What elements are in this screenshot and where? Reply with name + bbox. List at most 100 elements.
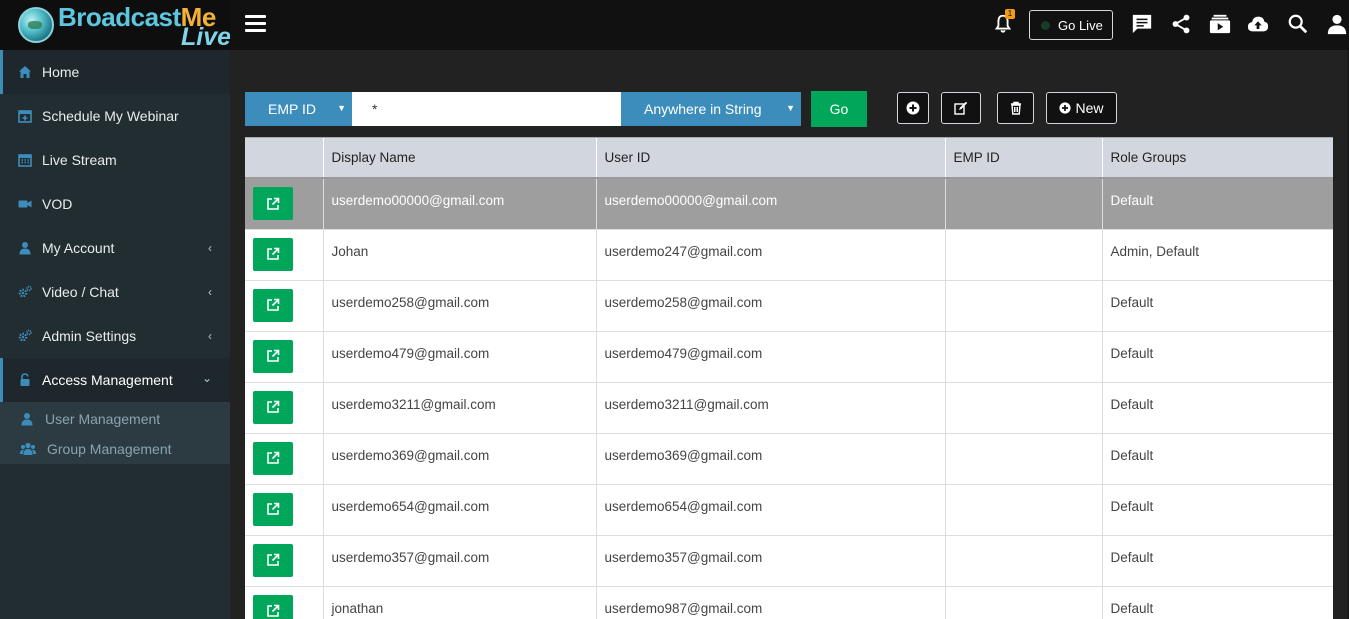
sidebar-item-label: Admin Settings bbox=[42, 328, 137, 344]
edit-button[interactable] bbox=[941, 92, 981, 124]
search-field-select[interactable]: EMP ID ▼ bbox=[245, 92, 352, 126]
action-cell bbox=[245, 586, 324, 619]
add-circle-button[interactable] bbox=[897, 92, 929, 124]
open-record-button[interactable] bbox=[253, 390, 293, 424]
table-row[interactable]: userdemo479@gmail.com userdemo479@gmail.c… bbox=[245, 331, 1333, 383]
cell-user-id: userdemo3211@gmail.com bbox=[596, 382, 946, 434]
open-record-button[interactable] bbox=[253, 339, 293, 373]
open-record-button[interactable] bbox=[253, 237, 293, 271]
open-record-button[interactable] bbox=[253, 543, 293, 577]
sidebar-item-my-account[interactable]: My Account ‹ bbox=[0, 226, 230, 270]
table-row[interactable]: Johan userdemo247@gmail.com Admin, Default bbox=[245, 229, 1333, 281]
column-header-emp-id[interactable]: EMP ID bbox=[945, 138, 1103, 179]
video-library-icon[interactable] bbox=[1209, 13, 1233, 37]
cell-role-groups: Default bbox=[1102, 433, 1333, 485]
external-link-icon bbox=[267, 604, 280, 617]
new-button[interactable]: New bbox=[1046, 92, 1117, 124]
brand-logo[interactable]: BroadcastMe Live bbox=[0, 0, 232, 51]
cell-emp-id bbox=[945, 229, 1103, 281]
action-cell bbox=[245, 229, 324, 281]
access-management-submenu: User Management Group Management bbox=[0, 402, 230, 464]
sidebar-item-group-management[interactable]: Group Management bbox=[0, 434, 230, 464]
calendar-plus-icon bbox=[18, 109, 32, 123]
sidebar-item-live-stream[interactable]: Live Stream bbox=[0, 138, 230, 182]
edit-icon bbox=[954, 101, 968, 115]
column-header-display-name[interactable]: Display Name bbox=[323, 138, 597, 179]
table-row[interactable]: userdemo654@gmail.com userdemo654@gmail.c… bbox=[245, 484, 1333, 536]
cell-display-name: userdemo479@gmail.com bbox=[323, 331, 597, 383]
plus-circle-icon bbox=[906, 101, 920, 115]
column-header-user-id[interactable]: User ID bbox=[596, 138, 946, 179]
sidebar-item-label: Home bbox=[42, 64, 80, 80]
cell-display-name: Johan bbox=[323, 229, 597, 281]
action-cell bbox=[245, 535, 324, 587]
search-icon[interactable] bbox=[1287, 13, 1311, 37]
external-link-icon bbox=[267, 247, 280, 260]
table-row[interactable]: userdemo00000@gmail.com userdemo00000@gma… bbox=[245, 178, 1333, 230]
cell-display-name: userdemo258@gmail.com bbox=[323, 280, 597, 332]
external-link-icon bbox=[267, 400, 280, 413]
chat-icon[interactable] bbox=[1131, 13, 1155, 37]
sidebar-item-label: Video / Chat bbox=[42, 284, 119, 300]
share-icon[interactable] bbox=[1170, 13, 1194, 37]
action-cell bbox=[245, 331, 324, 383]
cell-display-name: jonathan bbox=[323, 586, 597, 619]
external-link-icon bbox=[267, 298, 280, 311]
sidebar-item-label: Group Management bbox=[47, 441, 172, 457]
caret-down-icon: ▼ bbox=[337, 103, 346, 113]
users-table: Display Name User ID EMP ID Role Groups … bbox=[245, 137, 1333, 619]
cogs-icon bbox=[18, 329, 32, 343]
caret-down-icon: ▼ bbox=[786, 103, 795, 113]
column-header-role-groups[interactable]: Role Groups bbox=[1102, 138, 1333, 179]
delete-button[interactable] bbox=[997, 92, 1034, 124]
external-link-icon bbox=[267, 197, 280, 210]
cell-display-name: userdemo00000@gmail.com bbox=[323, 178, 597, 230]
action-cell bbox=[245, 382, 324, 434]
calendar-icon bbox=[18, 153, 32, 167]
open-record-button[interactable] bbox=[253, 492, 293, 526]
sidebar-item-home[interactable]: Home bbox=[0, 50, 230, 94]
user-profile-icon[interactable] bbox=[1326, 13, 1349, 37]
cell-role-groups: Default bbox=[1102, 382, 1333, 434]
cell-role-groups: Default bbox=[1102, 331, 1333, 383]
go-button[interactable]: Go bbox=[811, 91, 867, 127]
sidebar-item-vod[interactable]: VOD bbox=[0, 182, 230, 226]
search-field-select-value: EMP ID bbox=[268, 101, 316, 117]
sidebar-item-user-management[interactable]: User Management bbox=[0, 404, 230, 434]
table-row[interactable]: jonathan userdemo987@gmail.com Default bbox=[245, 586, 1333, 619]
table-row[interactable]: userdemo369@gmail.com userdemo369@gmail.c… bbox=[245, 433, 1333, 485]
chevron-left-icon: ‹ bbox=[208, 241, 212, 255]
cell-user-id: userdemo654@gmail.com bbox=[596, 484, 946, 536]
logo-word-live: Live bbox=[181, 23, 232, 51]
sidebar-item-video-chat[interactable]: Video / Chat ‹ bbox=[0, 270, 230, 314]
open-record-button[interactable] bbox=[253, 441, 293, 475]
sidebar-item-schedule-webinar[interactable]: Schedule My Webinar bbox=[0, 94, 230, 138]
action-cell bbox=[245, 178, 324, 230]
bell-icon[interactable]: 1 bbox=[992, 9, 1016, 37]
cloud-upload-icon[interactable] bbox=[1247, 13, 1271, 37]
logo-word-broadcast: Broadcast bbox=[58, 2, 181, 32]
cell-emp-id bbox=[945, 382, 1103, 434]
cell-emp-id bbox=[945, 178, 1103, 230]
sidebar: BroadcastMe Live Home Schedule My Webina… bbox=[0, 0, 232, 619]
table-row[interactable]: userdemo3211@gmail.com userdemo3211@gmail… bbox=[245, 382, 1333, 434]
cell-user-id: userdemo369@gmail.com bbox=[596, 433, 946, 485]
chevron-down-icon: ⌄ bbox=[201, 371, 212, 385]
match-mode-select[interactable]: Anywhere in String ▼ bbox=[621, 92, 801, 126]
sidebar-item-access-management[interactable]: Access Management ⌄ bbox=[0, 358, 230, 402]
search-input[interactable] bbox=[352, 92, 621, 126]
top-navbar: 1 Go Live bbox=[230, 0, 1349, 50]
sidebar-item-admin-settings[interactable]: Admin Settings ‹ bbox=[0, 314, 230, 358]
open-record-button[interactable] bbox=[253, 594, 293, 619]
go-live-button[interactable]: Go Live bbox=[1029, 10, 1113, 40]
open-record-button[interactable] bbox=[253, 187, 293, 220]
cell-user-id: userdemo00000@gmail.com bbox=[596, 178, 946, 230]
sidebar-item-label: Access Management bbox=[42, 372, 173, 388]
table-row[interactable]: userdemo357@gmail.com userdemo357@gmail.c… bbox=[245, 535, 1333, 587]
table-row[interactable]: userdemo258@gmail.com userdemo258@gmail.c… bbox=[245, 280, 1333, 332]
column-header-action bbox=[245, 138, 324, 179]
chevron-left-icon: ‹ bbox=[208, 329, 212, 343]
open-record-button[interactable] bbox=[253, 288, 293, 322]
menu-toggle-icon[interactable] bbox=[245, 15, 266, 33]
cell-user-id: userdemo479@gmail.com bbox=[596, 331, 946, 383]
